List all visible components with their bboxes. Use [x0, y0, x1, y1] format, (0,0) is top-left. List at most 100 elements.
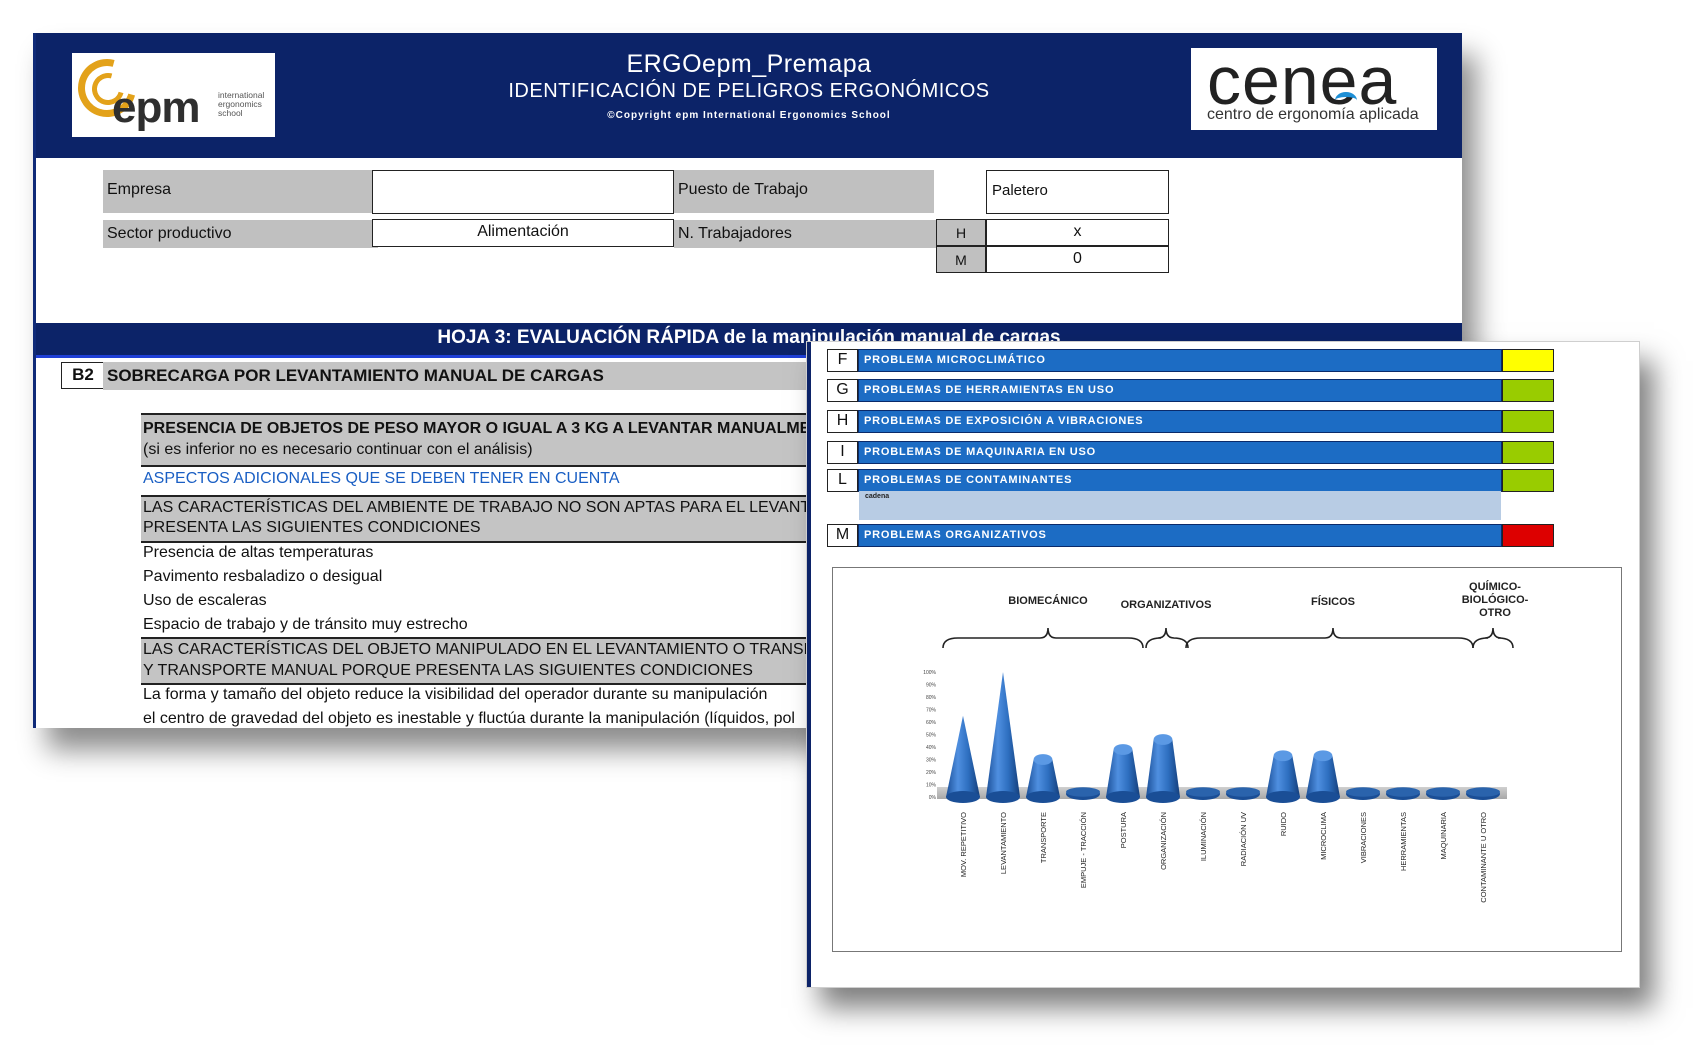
risk-chart: 0% 10% 20% 30% 40% 50% 60% 70% 80% 90% 100% MOV. RE… — [832, 567, 1622, 952]
chart-bar-top — [1273, 750, 1293, 762]
y-tick-label: 90% — [926, 683, 937, 689]
x-tick-label: ILUMINACIÓN — [1199, 812, 1208, 861]
problem-status-indicator — [1502, 349, 1554, 372]
form-area: Empresa Puesto de Trabajo Paletero Secto… — [36, 158, 1462, 323]
group-label: ORGANIZATIVOS — [1121, 599, 1212, 611]
chart-bar-top — [1226, 787, 1260, 797]
ambiente-line-2: PRESENTA LAS SIGUIENTES CONDICIONES — [143, 519, 481, 536]
panel-edge — [807, 342, 811, 987]
problem-row-i: I PROBLEMAS DE MAQUINARIA EN USO — [827, 441, 1554, 464]
group-label: BIOLÓGICO- — [1462, 593, 1529, 606]
problem-label: PROBLEMAS DE CONTAMINANTES — [858, 469, 1502, 492]
chart-bar — [1306, 755, 1340, 797]
x-tick-label: LEVANTAMIENTO — [999, 812, 1008, 874]
y-tick-label: 20% — [926, 770, 937, 776]
group-label: QUÍMICO- — [1469, 580, 1521, 593]
problem-row-m: M PROBLEMAS ORGANIZATIVOS — [827, 524, 1554, 547]
cadena-bar — [859, 491, 1501, 520]
group-label: BIOMECÁNICO — [1008, 594, 1088, 607]
y-tick-label: 60% — [926, 720, 937, 726]
problem-status-indicator — [1502, 441, 1554, 464]
empresa-label: Empresa — [103, 170, 378, 213]
sector-label: Sector productivo — [103, 220, 378, 248]
cadena-label: cadena — [865, 493, 890, 500]
chart-bar-top — [1426, 787, 1460, 797]
chart-bar-top — [1033, 754, 1053, 765]
x-tick-label: MOV. REPETITIVO — [959, 812, 968, 877]
presencia-title: PRESENCIA DE OBJETOS DE PESO MAYOR O IGU… — [143, 420, 811, 437]
problem-letter: H — [827, 410, 858, 433]
y-tick-label: 0% — [929, 795, 937, 801]
chart-bar — [946, 715, 980, 797]
x-tick-label: VIBRACIONES — [1359, 812, 1368, 863]
y-tick-label: 10% — [926, 783, 937, 789]
chart-bar-top — [1313, 750, 1333, 762]
objeto-line-2: Y TRANSPORTE MANUAL PORQUE PRESENTA LAS … — [143, 662, 753, 679]
chart-bar-base — [986, 791, 1020, 803]
chart-bar — [1266, 755, 1300, 797]
problem-status-indicator — [1502, 410, 1554, 433]
x-tick-label: ORGANIZACIÓN — [1159, 812, 1168, 870]
y-tick-label: 80% — [926, 695, 937, 701]
group-label: FÍSICOS — [1311, 595, 1355, 608]
puesto-label: Puesto de Trabajo — [674, 170, 934, 213]
problem-letter: L — [827, 469, 858, 492]
m-field[interactable]: 0 — [986, 246, 1169, 273]
empresa-field[interactable] — [372, 170, 674, 214]
problem-letter: G — [827, 379, 858, 402]
x-tick-label: RADIACIÓN UV — [1239, 812, 1248, 866]
chart-bar-base — [1266, 791, 1300, 803]
sector-field[interactable]: Alimentación — [372, 219, 674, 247]
problem-label: PROBLEMA MICROCLIMÁTICO — [858, 349, 1502, 372]
x-tick-label: POSTURA — [1119, 812, 1128, 848]
x-tick-label: MICROCLIMA — [1319, 812, 1328, 860]
problem-label: PROBLEMAS DE HERRAMIENTAS EN USO — [858, 379, 1502, 402]
group-bracket — [1185, 627, 1474, 649]
h-label: H — [936, 219, 986, 246]
group-bracket — [1472, 627, 1514, 649]
h-field[interactable]: x — [986, 219, 1169, 246]
x-tick-label: CONTAMINANTE U OTRO — [1479, 812, 1488, 903]
problem-label: PROBLEMAS ORGANIZATIVOS — [858, 524, 1502, 547]
x-tick-label: MAQUINARIA — [1439, 812, 1448, 860]
y-tick-label: 30% — [926, 758, 937, 764]
cenea-logo-tagline: centro de ergonomía aplicada — [1207, 106, 1419, 123]
x-tick-label: RUIDO — [1279, 812, 1288, 836]
group-bracket — [942, 627, 1144, 649]
objeto-line-1: LAS CARACTERÍSTICAS DEL OBJETO MANIPULAD… — [143, 641, 839, 658]
problem-letter: F — [827, 349, 858, 372]
cenea-logo: cenea centro de ergonomía aplicada — [1191, 43, 1437, 130]
chart-bar-top — [1113, 744, 1133, 755]
problem-row-f: F PROBLEMA MICROCLIMÁTICO — [827, 349, 1554, 372]
risk-chart-svg: 0% 10% 20% 30% 40% 50% 60% 70% 80% 90% 100% MOV. RE… — [923, 580, 1529, 903]
y-tick-label: 100% — [923, 670, 936, 676]
group-label: OTRO — [1479, 607, 1511, 619]
problem-status-indicator — [1502, 469, 1554, 492]
problem-status-indicator — [1502, 379, 1554, 402]
chart-bar — [986, 672, 1020, 797]
x-tick-label: TRANSPORTE — [1039, 812, 1048, 863]
presencia-note: (si es inferior no es necesario continua… — [143, 441, 533, 458]
chart-bar-base — [1146, 791, 1180, 803]
problem-row-l: L PROBLEMAS DE CONTAMINANTES — [827, 469, 1554, 492]
chart-bar-base — [1026, 791, 1060, 803]
problem-row-g: G PROBLEMAS DE HERRAMIENTAS EN USO — [827, 379, 1554, 402]
chart-bar-top — [1153, 734, 1173, 745]
trabajadores-label: N. Trabajadores — [674, 220, 936, 248]
chart-bar-base — [1306, 791, 1340, 803]
sheet-header: epm international ergonomics school ERGO… — [36, 33, 1462, 158]
problem-label: PROBLEMAS DE MAQUINARIA EN USO — [858, 441, 1502, 464]
risk-summary-panel: F PROBLEMA MICROCLIMÁTICO G PROBLEMAS DE… — [806, 341, 1640, 988]
problem-letter: M — [827, 524, 858, 547]
puesto-field[interactable]: Paletero — [986, 170, 1169, 214]
chart-bar — [1146, 739, 1180, 797]
x-tick-label: HERRAMIENTAS — [1399, 812, 1408, 871]
x-tick-label: EMPUJE - TRACCIÓN — [1079, 812, 1088, 888]
chart-bar-top — [1066, 787, 1100, 797]
chart-bar-top — [1386, 787, 1420, 797]
chart-bar-top — [1466, 787, 1500, 797]
chart-bar-top — [1186, 787, 1220, 797]
ambiente-line-1: LAS CARACTERÍSTICAS DEL AMBIENTE DE TRAB… — [143, 499, 820, 516]
problem-label: PROBLEMAS DE EXPOSICIÓN A VIBRACIONES — [858, 410, 1502, 433]
problem-letter: I — [827, 441, 858, 464]
